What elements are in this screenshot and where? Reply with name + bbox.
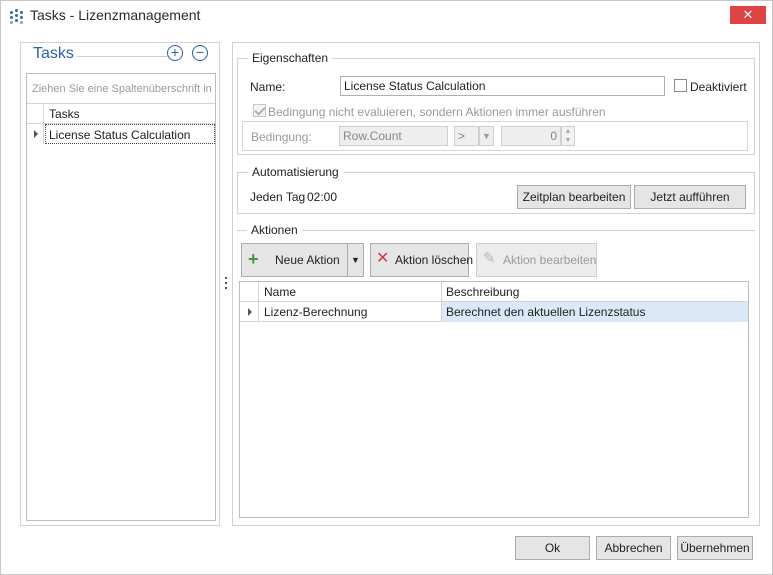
edit-schedule-button[interactable]: Zeitplan bearbeiten	[517, 185, 631, 209]
tasks-panel: Tasks + − Ziehen Sie eine Spaltenübersch…	[20, 42, 220, 526]
action-name-cell[interactable]: Lizenz-Berechnung	[264, 305, 367, 319]
cancel-button[interactable]: Abbrechen	[596, 536, 671, 560]
skip-condition-label: Bedingung nicht evaluieren, sondern Akti…	[268, 105, 606, 119]
properties-section-title: Eigenschaften	[248, 51, 333, 65]
delete-action-button[interactable]: ✕ Aktion löschen	[370, 243, 473, 277]
app-grid-icon	[10, 9, 24, 24]
table-row[interactable]: Lizenz-Berechnung Berechnet den aktuelle…	[240, 302, 748, 322]
task-cell[interactable]: License Status Calculation	[45, 124, 215, 144]
name-input[interactable]: License Status Calculation	[340, 76, 665, 96]
tasks-grid: Ziehen Sie eine Spaltenüberschrift in d …	[26, 73, 216, 521]
row-arrow-icon	[248, 308, 252, 316]
column-header-description[interactable]: Beschreibung	[446, 285, 519, 299]
condition-operator-select[interactable]: >	[454, 126, 479, 146]
column-header-tasks[interactable]: Tasks	[49, 107, 80, 121]
automation-section: Automatisierung Jeden Tag 02:00 Zeitplan…	[237, 165, 755, 214]
chevron-down-icon[interactable]: ▼	[479, 126, 494, 146]
x-delete-icon: ✕	[376, 250, 390, 267]
properties-section: Eigenschaften Name: License Status Calcu…	[237, 51, 755, 155]
new-action-label: Neue Aktion	[275, 253, 340, 267]
details-area: Eigenschaften Name: License Status Calcu…	[232, 42, 760, 526]
value-spinner[interactable]: ▲ ▼	[561, 126, 575, 146]
chevron-down-icon: ▼	[351, 255, 360, 265]
spin-up-icon[interactable]: ▲	[562, 127, 574, 136]
title-divider	[77, 56, 181, 57]
column-divider	[441, 302, 442, 322]
add-task-button[interactable]: +	[167, 45, 183, 61]
condition-box: Bedingung: Row.Count > ▼ 0 ▲ ▼	[242, 121, 748, 151]
row-indicator	[240, 302, 259, 322]
window-title: Tasks - Lizenzmanagement	[30, 7, 201, 23]
header-indicator-cell	[27, 104, 44, 123]
column-divider	[441, 282, 442, 302]
apply-button[interactable]: Übernehmen	[677, 536, 753, 560]
edit-action-button[interactable]: ✎ Aktion bearbeiten	[476, 243, 597, 277]
condition-label: Bedingung:	[251, 130, 312, 144]
actions-grid-header: Name Beschreibung	[240, 282, 748, 302]
header-indicator-cell	[240, 282, 259, 302]
condition-value-input[interactable]: 0	[501, 126, 561, 146]
condition-field-input[interactable]: Row.Count	[339, 126, 448, 146]
actions-section-title: Aktionen	[247, 223, 302, 237]
new-action-button[interactable]: + Neue Aktion	[241, 243, 348, 277]
name-label: Name:	[250, 80, 286, 94]
delete-action-label: Aktion löschen	[395, 253, 474, 267]
edit-action-label: Aktion bearbeiten	[503, 253, 597, 267]
table-row[interactable]: License Status Calculation	[27, 124, 215, 144]
action-description-cell[interactable]: Berechnet den aktuellen Lizenzstatus	[446, 305, 645, 319]
tasks-panel-title: Tasks	[33, 45, 74, 62]
plus-icon: +	[248, 249, 259, 269]
splitter-handle[interactable]	[225, 277, 228, 293]
pencil-icon: ✎	[483, 250, 496, 267]
schedule-time: 02:00	[307, 190, 338, 204]
tasks-grid-header: Tasks	[27, 104, 215, 124]
schedule-day: Jeden Tag	[250, 190, 306, 204]
column-header-name[interactable]: Name	[264, 285, 296, 299]
row-arrow-icon	[34, 130, 38, 138]
title-bar: Tasks - Lizenzmanagement ✕	[1, 1, 772, 31]
run-now-button[interactable]: Jetzt aufführen	[634, 185, 746, 209]
spin-down-icon[interactable]: ▼	[562, 136, 574, 145]
new-action-dropdown[interactable]: ▼	[347, 243, 364, 277]
deactivated-checkbox[interactable]	[674, 79, 687, 92]
ok-button[interactable]: Ok	[515, 536, 590, 560]
row-indicator	[27, 124, 44, 144]
dialog-window: Tasks - Lizenzmanagement ✕ Tasks + − Zie…	[0, 0, 773, 575]
actions-grid: Name Beschreibung Lizenz-Berechnung Bere…	[239, 281, 749, 518]
automation-section-title: Automatisierung	[248, 165, 343, 179]
skip-condition-checkbox[interactable]	[253, 104, 266, 117]
close-button[interactable]: ✕	[730, 6, 766, 24]
group-panel-hint[interactable]: Ziehen Sie eine Spaltenüberschrift in d	[27, 74, 215, 104]
remove-task-button[interactable]: −	[192, 45, 208, 61]
deactivated-label: Deaktiviert	[690, 80, 747, 94]
